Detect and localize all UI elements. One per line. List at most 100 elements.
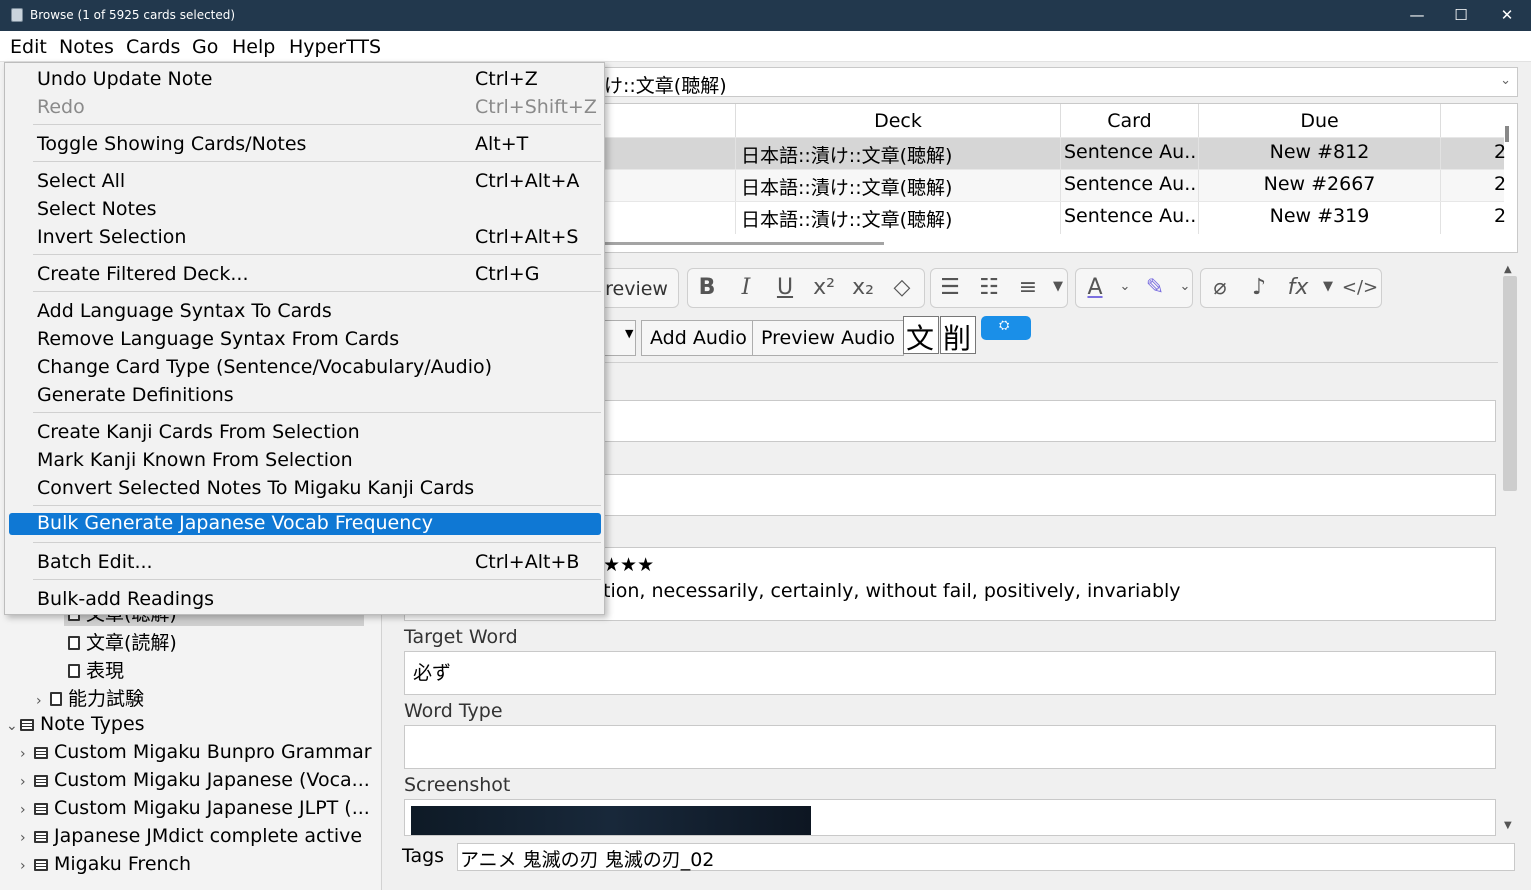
paperclip-icon[interactable]: ⌀ [1201, 275, 1239, 300]
bullet-list-icon[interactable]: ☰ [931, 275, 969, 300]
menu-item-toggle-cards-notes[interactable]: Toggle Showing Cards/Notes Alt+T [5, 131, 604, 159]
html-code-icon[interactable]: </> [1341, 277, 1379, 298]
menu-item-generate-definitions[interactable]: Generate Definitions [5, 382, 604, 410]
due-cell: New #812 [1199, 138, 1441, 170]
menu-item-select-all[interactable]: Select All Ctrl+Alt+A [5, 168, 604, 196]
menu-item-bulk-add-readings[interactable]: Bulk-add Readings [5, 586, 604, 614]
due-cell: New #319 [1199, 202, 1441, 234]
menu-item-change-card-type[interactable]: Change Card Type (Sentence/Vocabulary/Au… [5, 354, 604, 382]
sidebar-item-reading[interactable]: 文章(読解) [68, 628, 177, 655]
chevron-down-icon[interactable]: ⌄ [1500, 73, 1511, 88]
subscript-icon[interactable]: x₂ [844, 275, 882, 300]
menu-item-bulk-generate-frequency[interactable]: Bulk Generate Japanese Vocab Frequency [9, 512, 601, 535]
menu-item-invert-selection[interactable]: Invert Selection Ctrl+Alt+S [5, 224, 604, 252]
note-type-icon [34, 859, 48, 871]
screenshot-image [411, 806, 811, 835]
chevron-down-icon[interactable]: ⌄ [1166, 279, 1204, 294]
sidebar-item-proficiency[interactable]: › 能力試験 [36, 684, 144, 711]
format-group: B I U x² x₂ ◇ [687, 268, 925, 308]
deck-cell: 日本語::漬け::文章(聴解) [736, 138, 1061, 170]
add-audio-button[interactable]: Add Audio [641, 320, 756, 356]
deck-icon [68, 636, 80, 650]
chevron-right-icon[interactable]: › [20, 774, 34, 790]
menu-separator [33, 412, 601, 413]
menu-go[interactable]: Go [192, 36, 218, 58]
menu-item-convert-to-kanji-cards[interactable]: Convert Selected Notes To Migaku Kanji C… [5, 475, 604, 503]
column-header-card[interactable]: Card [1061, 104, 1199, 138]
edit-menu: Undo Update Note Ctrl+Z Redo Ctrl+Shift+Z … [4, 62, 605, 615]
chevron-down-icon[interactable]: ▼ [1039, 279, 1077, 294]
tags-label: Tags [402, 845, 445, 867]
menu-item-add-language-syntax[interactable]: Add Language Syntax To Cards [5, 298, 604, 326]
migaku-icon[interactable]: ⛭ [981, 316, 1031, 340]
chevron-right-icon[interactable]: › [20, 830, 34, 846]
note-type-icon [34, 747, 48, 759]
menu-cards[interactable]: Cards [126, 36, 180, 58]
menu-item-mark-kanji-known[interactable]: Mark Kanji Known From Selection [5, 447, 604, 475]
menu-separator [33, 579, 601, 580]
menu-edit[interactable]: Edit [10, 36, 47, 58]
menu-hypertts[interactable]: HyperTTS [289, 36, 381, 58]
sidebar-item-notetype-vocab[interactable]: › Custom Migaku Japanese (Voca... [20, 769, 370, 791]
color-group: A ⌄ ✎ ⌄ [1075, 268, 1193, 308]
word-type-label: Word Type [404, 700, 503, 722]
menu-item-batch-edit[interactable]: Batch Edit... Ctrl+Alt+B [5, 549, 604, 577]
chevron-down-icon[interactable]: ▼ [604, 320, 636, 356]
microphone-icon[interactable]: ♪ [1240, 275, 1278, 300]
menu-separator [33, 291, 601, 292]
note-type-icon [34, 831, 48, 843]
table-vertical-scrollbar[interactable] [1505, 126, 1509, 142]
tags-input[interactable]: アニメ 鬼滅の刃 鬼滅の刃_02 [457, 843, 1515, 871]
bold-icon[interactable]: B [688, 275, 726, 300]
maximize-button[interactable]: ☐ [1446, 4, 1476, 26]
sidebar-item-note-types[interactable]: ⌄ Note Types [6, 713, 145, 735]
target-word-field[interactable]: 必ず [404, 651, 1496, 695]
card-cell: Sentence Au... [1061, 138, 1199, 170]
menu-separator [33, 124, 601, 125]
numbered-list-icon[interactable]: ☷ [970, 275, 1008, 300]
sidebar-item-notetype-jmdict[interactable]: › Japanese JMdict complete active [20, 825, 362, 847]
menu-separator [33, 161, 601, 162]
menu-separator [33, 505, 601, 506]
menu-item-create-filtered-deck[interactable]: Create Filtered Deck... Ctrl+G [5, 261, 604, 289]
preview-audio-button[interactable]: Preview Audio [752, 320, 905, 356]
menu-item-undo[interactable]: Undo Update Note Ctrl+Z [5, 66, 604, 94]
chevron-right-icon[interactable]: › [20, 858, 34, 874]
card-cell: Sentence Au... [1061, 170, 1199, 202]
sidebar-item-notetype-french[interactable]: › Migaku French [20, 853, 191, 875]
menu-help[interactable]: Help [232, 36, 275, 58]
close-button[interactable]: ✕ [1492, 4, 1522, 26]
editor-scrollbar[interactable] [1503, 276, 1517, 491]
chevron-right-icon[interactable]: › [20, 802, 34, 818]
chevron-right-icon[interactable]: › [36, 693, 50, 709]
underline-icon[interactable]: U [766, 275, 804, 300]
kanji-button-2[interactable]: 削 [940, 316, 976, 355]
card-cell: Sentence Au... [1061, 202, 1199, 234]
kanji-button-1[interactable]: 文 [903, 316, 939, 355]
menu-item-select-notes[interactable]: Select Notes [5, 196, 604, 224]
sidebar-item-expression[interactable]: 表現 [68, 656, 124, 683]
scroll-up-icon[interactable]: ▲ [1504, 264, 1512, 275]
menu-item-create-kanji-cards[interactable]: Create Kanji Cards From Selection [5, 419, 604, 447]
column-header-due[interactable]: Due [1199, 104, 1441, 138]
sidebar-item-notetype-bunpro[interactable]: › Custom Migaku Bunpro Grammar [20, 741, 372, 763]
sidebar-item-notetype-jlpt[interactable]: › Custom Migaku Japanese JLPT (... [20, 797, 370, 819]
column-header-deck[interactable]: Deck [736, 104, 1061, 138]
superscript-icon[interactable]: x² [805, 275, 843, 300]
chevron-down-icon[interactable]: ⌄ [6, 718, 20, 734]
extra-cell: 2 [1494, 173, 1507, 195]
minimize-button[interactable]: — [1402, 4, 1432, 26]
menu-separator [33, 254, 601, 255]
note-type-icon [34, 775, 48, 787]
eraser-icon[interactable]: ◇ [883, 275, 921, 300]
screenshot-label: Screenshot [404, 774, 511, 796]
deck-cell: 日本語::漬け::文章(聴解) [736, 202, 1061, 234]
menu-separator [33, 542, 601, 543]
menu-notes[interactable]: Notes [59, 36, 114, 58]
chevron-right-icon[interactable]: › [20, 746, 34, 762]
italic-icon[interactable]: I [727, 275, 765, 300]
app-icon [11, 8, 23, 22]
menu-item-remove-language-syntax[interactable]: Remove Language Syntax From Cards [5, 326, 604, 354]
scroll-down-icon[interactable]: ▼ [1504, 820, 1512, 831]
word-type-field[interactable] [404, 725, 1496, 769]
